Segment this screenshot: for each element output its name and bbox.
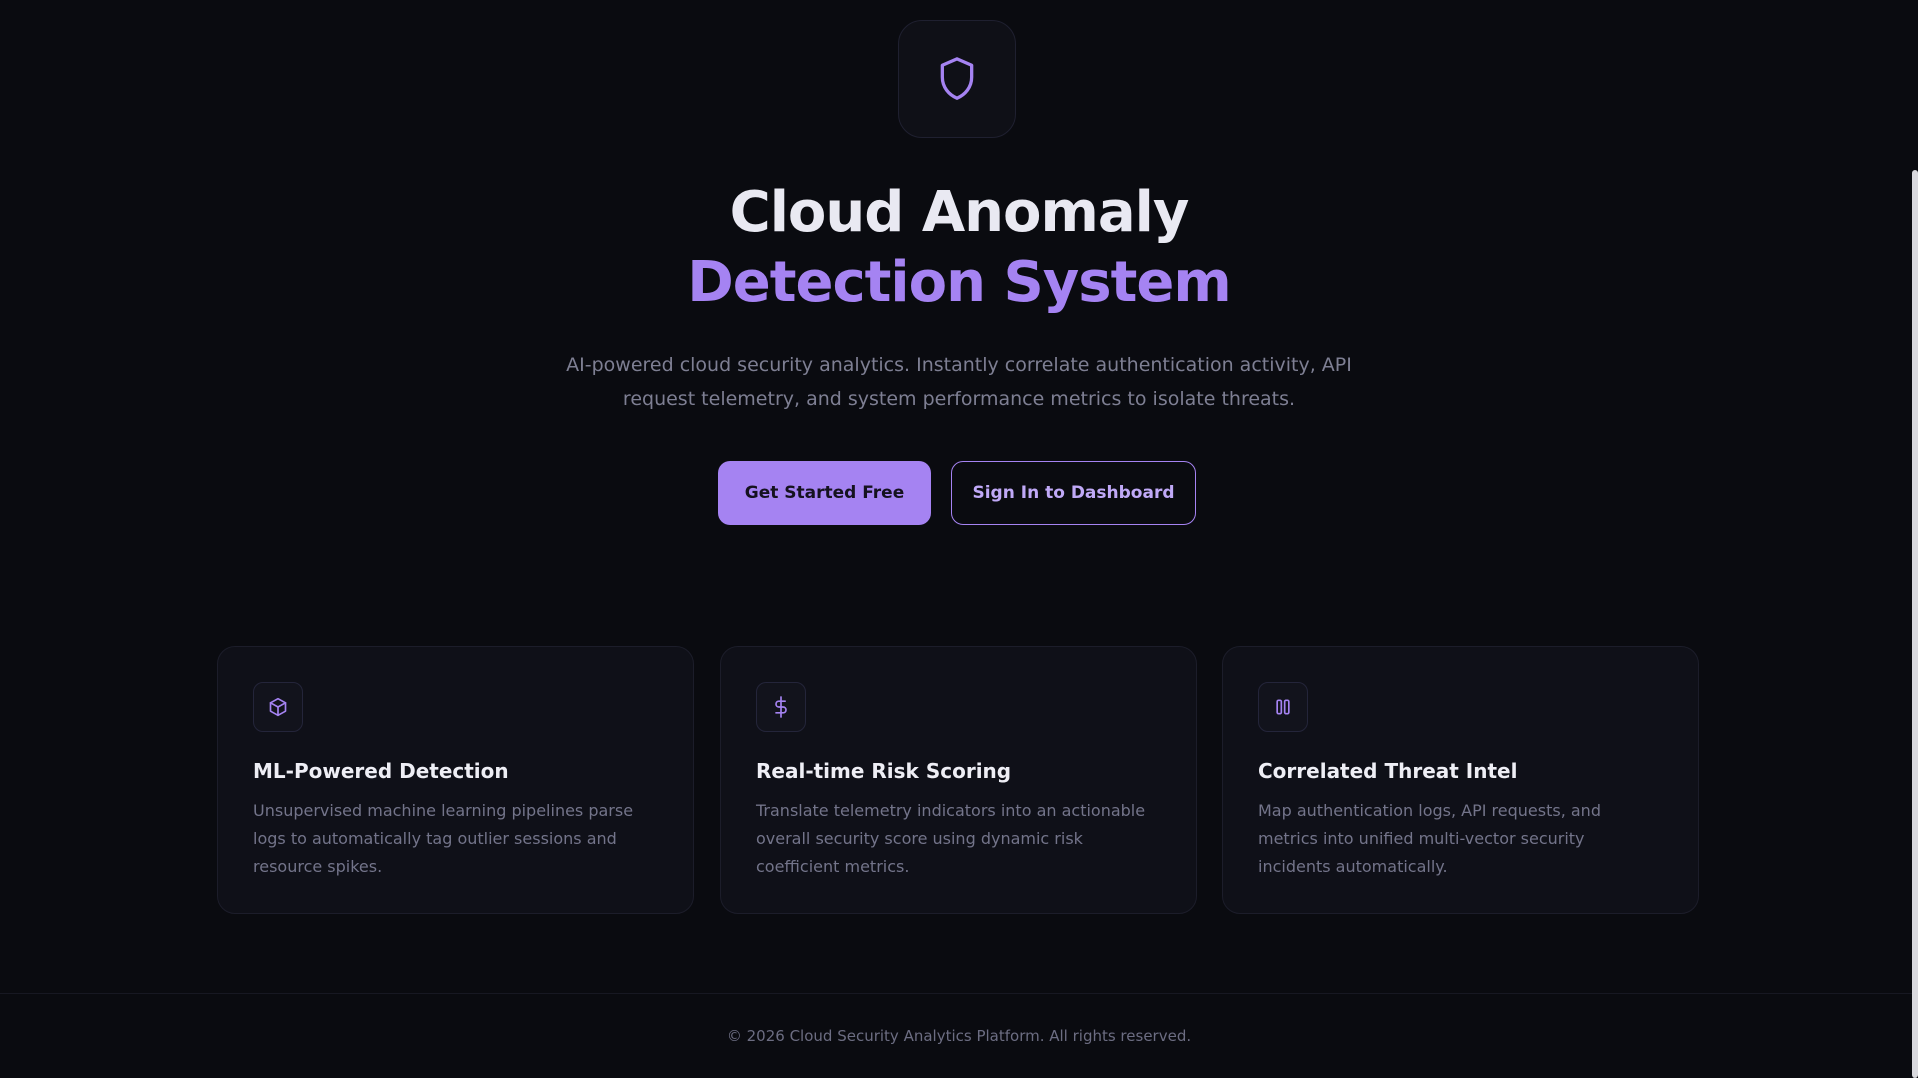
page-scrollbar[interactable] bbox=[1912, 170, 1918, 1078]
feature-title: ML-Powered Detection bbox=[253, 759, 509, 783]
feature-icon-badge bbox=[1258, 682, 1308, 732]
shield-icon bbox=[940, 57, 974, 100]
get-started-button[interactable]: Get Started Free bbox=[718, 461, 931, 525]
feature-description: Unsupervised machine learning pipelines … bbox=[253, 801, 634, 876]
hero-shield-badge bbox=[898, 20, 1016, 138]
landing-page: Cloud Anomaly Detection System AI-powere… bbox=[0, 0, 1918, 1078]
feature-icon-badge bbox=[253, 682, 303, 732]
feature-card-ml-detection: ML-Powered Detection Unsupervised machin… bbox=[217, 646, 694, 914]
title-line-2: Detection System bbox=[687, 250, 1231, 315]
feature-card-risk-scoring: Real-time Risk Scoring Translate telemet… bbox=[720, 646, 1197, 914]
feature-icon-badge bbox=[756, 682, 806, 732]
page-footer: © 2026 Cloud Security Analytics Platform… bbox=[0, 993, 1918, 1078]
cube-icon bbox=[269, 697, 287, 717]
hero-subtitle: AI-powered cloud security analytics. Ins… bbox=[566, 354, 1352, 410]
feature-description: Translate telemetry indicators into an a… bbox=[756, 801, 1146, 876]
footer-copyright: © 2026 Cloud Security Analytics Platform… bbox=[726, 1027, 1192, 1045]
page-title: Cloud Anomaly Detection System bbox=[0, 178, 1918, 318]
columns-icon bbox=[1276, 699, 1290, 715]
feature-card-threat-intel: Correlated Threat Intel Map authenticati… bbox=[1222, 646, 1699, 914]
cta-group: Get Started Free Sign In to Dashboard bbox=[718, 461, 1196, 527]
sign-in-dashboard-button[interactable]: Sign In to Dashboard bbox=[951, 461, 1196, 525]
dollar-icon bbox=[775, 696, 787, 718]
feature-description: Map authentication logs, API requests, a… bbox=[1258, 801, 1601, 876]
feature-title: Real-time Risk Scoring bbox=[756, 759, 1012, 783]
title-line-1: Cloud Anomaly bbox=[729, 180, 1190, 245]
feature-title: Correlated Threat Intel bbox=[1258, 759, 1518, 783]
